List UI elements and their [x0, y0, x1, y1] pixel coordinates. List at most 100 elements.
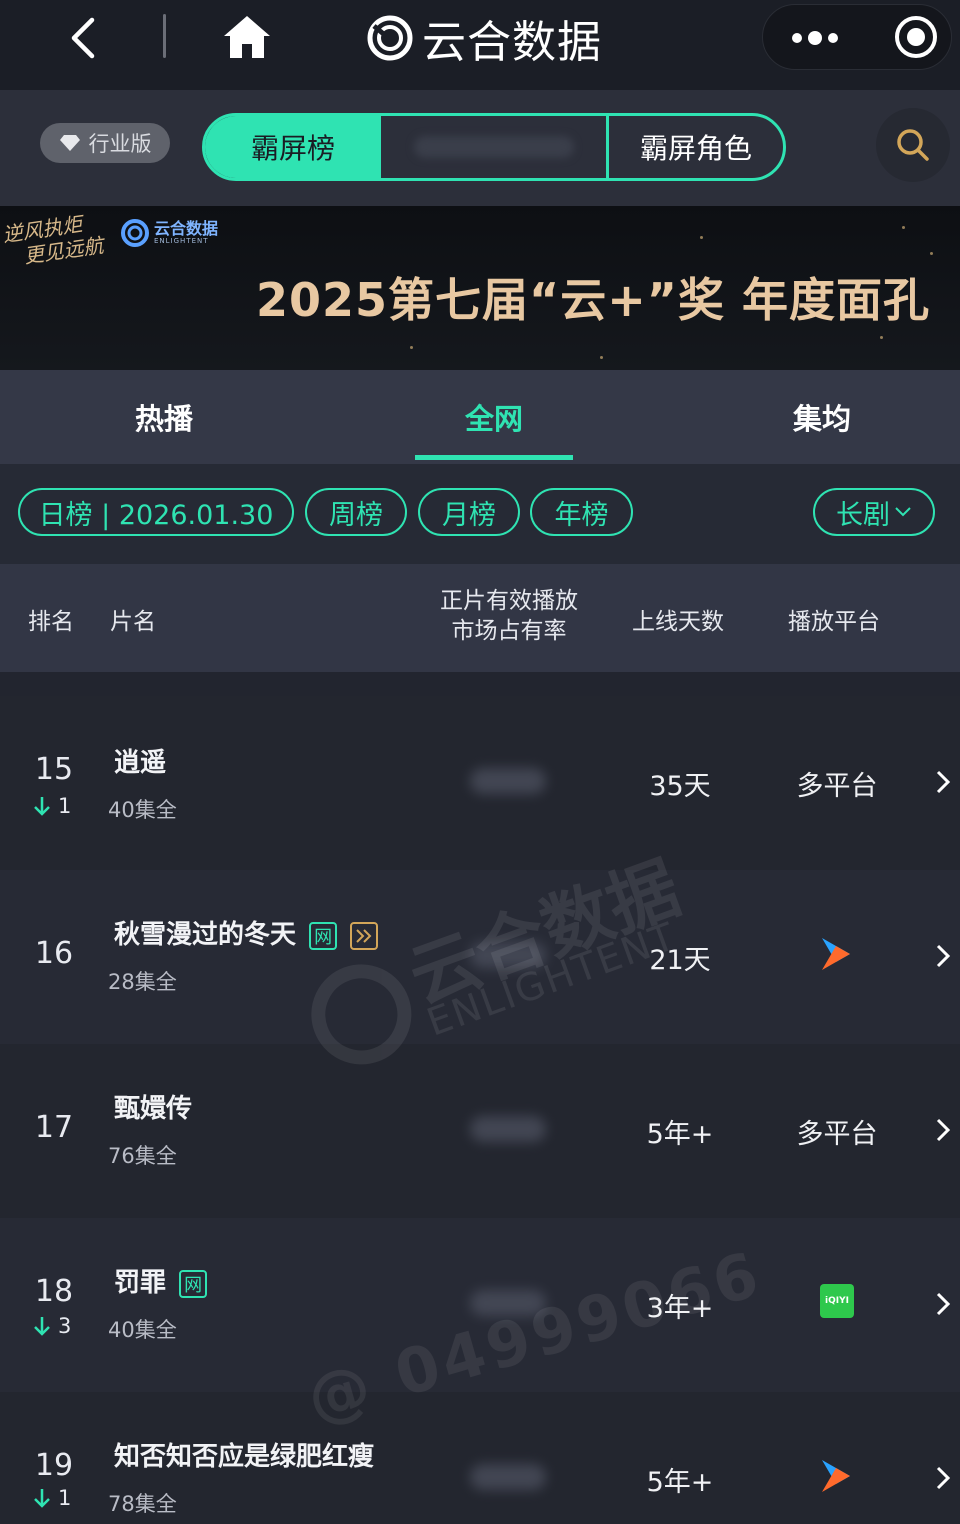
iqiyi-icon: iQIYI: [820, 1284, 854, 1318]
blurred-share-value: [470, 942, 546, 968]
episode-count: 40集全: [108, 1318, 177, 1342]
column-days-online: 上线天数: [632, 609, 724, 635]
board-selector-row: 行业版 霸屏榜 霸屏角色: [0, 90, 960, 206]
rank-change: 1: [32, 1486, 71, 1510]
table-row[interactable]: 18 3 罚罪 网 40集全 3年+ iQIYI: [0, 1218, 960, 1392]
search-icon: [897, 129, 929, 161]
segment-domination-roles[interactable]: 霸屏角色: [609, 116, 783, 178]
nav-divider: [163, 14, 166, 58]
target-icon[interactable]: [893, 14, 939, 60]
show-title-group: 秋雪漫过的冬天 网: [114, 914, 379, 951]
tab-hot-playing[interactable]: 热播: [80, 370, 248, 464]
arrow-down-icon: [34, 797, 50, 816]
days-online: 5年+: [646, 1467, 714, 1498]
tab-all-network[interactable]: 全网: [415, 370, 573, 464]
rank-number: 15: [34, 752, 74, 787]
ranking-list: 15 1 逍遥 40集全 35天 多平台 16 秋雪漫过的冬天 网 28集全 2…: [0, 672, 960, 1524]
main-tabs: 热播 全网 集均: [0, 370, 960, 464]
active-tab-indicator: [415, 455, 573, 460]
episode-count: 78集全: [108, 1492, 177, 1516]
show-title: 罚罪: [114, 1268, 167, 1298]
column-market-share: 正片有效播放 市场占有率: [436, 586, 582, 646]
blurred-share-value: [470, 1116, 546, 1142]
arrow-down-icon: [34, 1317, 50, 1336]
yunhe-logo-icon: [121, 219, 149, 247]
table-row[interactable]: 15 1 逍遥 40集全 35天 多平台: [0, 696, 960, 870]
chevron-right-icon[interactable]: [934, 1116, 952, 1144]
daily-board-pill[interactable]: 日榜 | 2026.01.30: [18, 488, 294, 536]
home-icon[interactable]: [220, 12, 274, 62]
web-series-badge: 网: [309, 921, 338, 950]
chevron-right-icon[interactable]: [934, 1464, 952, 1492]
top-nav-bar: 云合数据: [0, 0, 960, 90]
monthly-board-pill[interactable]: 月榜: [418, 488, 520, 536]
column-title: 片名: [110, 609, 156, 635]
award-banner[interactable]: 逆风执炬 更见远航 云合数据 ENLIGHTENT 2025第七届“云+”奖 年…: [0, 206, 960, 370]
banner-logo: 云合数据 ENLIGHTENT: [120, 218, 218, 248]
days-online: 21天: [649, 945, 711, 976]
episode-count: 28集全: [108, 970, 177, 994]
days-online: 5年+: [646, 1119, 714, 1150]
genre-dropdown[interactable]: 长剧: [813, 488, 935, 536]
blurred-share-value: [470, 768, 546, 794]
app-title-group: 云合数据: [366, 8, 602, 68]
table-row[interactable]: 16 秋雪漫过的冬天 网 28集全 21天: [0, 870, 960, 1044]
app-title: 云合数据: [422, 17, 602, 68]
episode-count: 76集全: [108, 1144, 177, 1168]
days-online: 3年+: [646, 1293, 714, 1324]
rank-number: 19: [34, 1448, 74, 1483]
blurred-share-value: [470, 1290, 546, 1316]
segment-hidden[interactable]: [381, 116, 609, 178]
column-rank: 排名: [28, 609, 74, 635]
chevron-right-icon[interactable]: [934, 1290, 952, 1318]
chevron-right-icon[interactable]: [934, 768, 952, 796]
platform-label: 多平台: [796, 1119, 878, 1150]
segment-domination-board[interactable]: 霸屏榜: [205, 116, 381, 178]
blurred-share-value: [470, 1464, 546, 1490]
show-title-group: 罚罪 网: [114, 1262, 208, 1299]
rank-number: 18: [34, 1274, 74, 1309]
rank-number: 16: [34, 936, 74, 971]
edition-label: 行业版: [88, 132, 152, 156]
weekly-board-pill[interactable]: 周榜: [305, 488, 407, 536]
rank-change-value: 1: [58, 794, 72, 818]
platform-label: 多平台: [796, 771, 878, 802]
more-dots-icon[interactable]: [785, 19, 845, 57]
episode-count: 40集全: [108, 798, 177, 822]
youku-icon: [822, 1460, 850, 1492]
rank-change: 1: [32, 794, 71, 818]
rank-number: 17: [34, 1110, 74, 1145]
show-title: 甄嬛传: [114, 1094, 193, 1124]
rank-change-value: 3: [58, 1314, 72, 1338]
play-badge-icon: [350, 921, 379, 950]
tab-episode-average[interactable]: 集均: [738, 370, 906, 464]
board-segmented-control: 霸屏榜 霸屏角色: [202, 113, 786, 181]
banner-headline: 2025第七届“云+”奖 年度面孔: [256, 273, 931, 327]
column-market-share-line2: 市场占有率: [451, 618, 567, 644]
rank-change-value: 1: [58, 1486, 72, 1510]
banner-slogan: 逆风执炬 更见远航: [1, 209, 105, 270]
search-button[interactable]: [876, 108, 950, 182]
web-series-badge: 网: [179, 1269, 208, 1298]
show-title: 秋雪漫过的冬天: [114, 920, 297, 950]
blurred-label: [413, 136, 574, 158]
yearly-board-pill[interactable]: 年榜: [530, 488, 633, 536]
table-row[interactable]: 17 甄嬛传 76集全 5年+ 多平台: [0, 1044, 960, 1218]
chevron-right-icon[interactable]: [934, 942, 952, 970]
table-row[interactable]: 19 1 知否知否应是绿肥红瘦 78集全 5年+: [0, 1392, 960, 1524]
mini-program-capsule: [762, 4, 952, 70]
column-platform: 播放平台: [788, 609, 880, 635]
edition-badge[interactable]: 行业版: [40, 123, 170, 163]
show-title: 逍遥: [114, 748, 167, 778]
days-online: 35天: [649, 771, 711, 802]
banner-logo-text: 云合数据: [154, 219, 219, 238]
arrow-down-icon: [34, 1489, 50, 1508]
yunhe-logo-icon: [367, 15, 413, 61]
show-title: 知否知否应是绿肥红瘦: [114, 1442, 375, 1472]
period-filter-row: 日榜 | 2026.01.30 周榜 月榜 年榜 长剧: [0, 464, 960, 564]
rank-change: 3: [32, 1314, 71, 1338]
chevron-down-icon: [895, 507, 911, 517]
chevron-left-icon[interactable]: [62, 14, 106, 62]
column-market-share-line1: 正片有效播放: [440, 588, 578, 614]
table-header: 排名 片名 正片有效播放 市场占有率 上线天数 播放平台: [0, 564, 960, 672]
